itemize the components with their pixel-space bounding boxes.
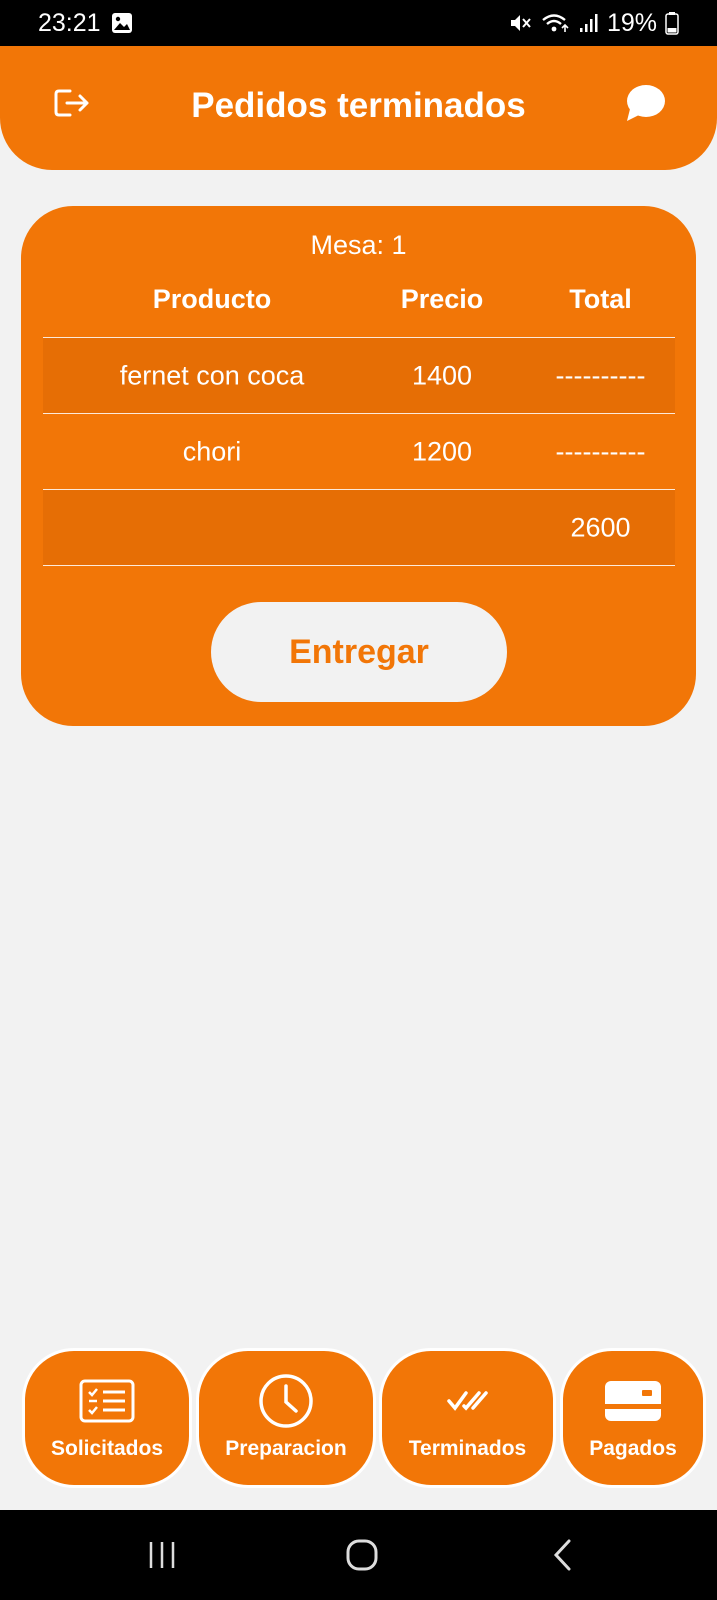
order-total: 2600 <box>570 512 631 542</box>
column-header-total: Total <box>569 284 632 314</box>
column-header-precio: Precio <box>400 284 484 314</box>
status-left: 23:21 <box>38 9 133 38</box>
table-row: fernet con coca 1400 ---------- <box>43 337 675 413</box>
table-divider <box>43 565 675 566</box>
product-name: fernet con coca <box>119 360 305 390</box>
nav-solicitados[interactable]: Solicitados <box>22 1348 192 1488</box>
order-table: fernet con coca 1400 ---------- chori 12… <box>43 337 675 566</box>
nav-label: Terminados <box>408 1437 527 1460</box>
app-header: Pedidos terminados <box>0 46 717 170</box>
product-price: 1200 <box>411 436 473 466</box>
status-right: 19% <box>509 9 679 38</box>
wifi-icon <box>541 12 571 34</box>
logout-icon[interactable] <box>50 81 94 125</box>
system-nav-bar <box>0 1510 717 1600</box>
battery-icon <box>665 11 679 35</box>
page-title: Pedidos terminados <box>191 86 526 125</box>
nav-terminados[interactable]: Terminados <box>379 1348 556 1488</box>
nav-label: Solicitados <box>50 1437 164 1460</box>
card-icon <box>604 1375 662 1427</box>
product-total: ---------- <box>555 360 646 390</box>
table-header: Producto Precio Total <box>21 284 696 328</box>
bottom-nav: Solicitados Preparacion Terminados Pagad… <box>0 1348 717 1488</box>
entregar-button[interactable]: Entregar <box>211 602 507 702</box>
home-icon[interactable] <box>317 1510 407 1600</box>
nav-label: Pagados <box>589 1437 677 1460</box>
nav-label: Preparacion <box>225 1437 347 1460</box>
order-card: Mesa: 1 Producto Precio Total fernet con… <box>21 206 696 726</box>
chat-bubble-icon[interactable] <box>623 81 667 125</box>
mute-icon <box>509 12 533 34</box>
signal-icon <box>579 12 599 34</box>
table-row-total: 2600 <box>43 489 675 565</box>
gallery-notification-icon <box>111 12 133 34</box>
double-check-icon <box>446 1375 490 1427</box>
nav-pagados[interactable]: Pagados <box>560 1348 706 1488</box>
clock-icon <box>258 1374 314 1428</box>
back-icon[interactable] <box>518 1510 608 1600</box>
nav-preparacion[interactable]: Preparacion <box>196 1348 376 1488</box>
product-name: chori <box>182 436 242 466</box>
recent-apps-icon[interactable] <box>117 1510 207 1600</box>
status-bar: 23:21 19% <box>0 0 717 46</box>
product-total: ---------- <box>555 436 646 466</box>
product-price: 1400 <box>411 360 473 390</box>
table-row: chori 1200 ---------- <box>43 413 675 489</box>
checklist-icon <box>79 1375 135 1427</box>
battery-percent: 19% <box>606 8 657 37</box>
status-time: 23:21 <box>38 8 101 37</box>
column-header-producto: Producto <box>152 284 272 314</box>
table-number: Mesa: 1 <box>310 230 407 260</box>
